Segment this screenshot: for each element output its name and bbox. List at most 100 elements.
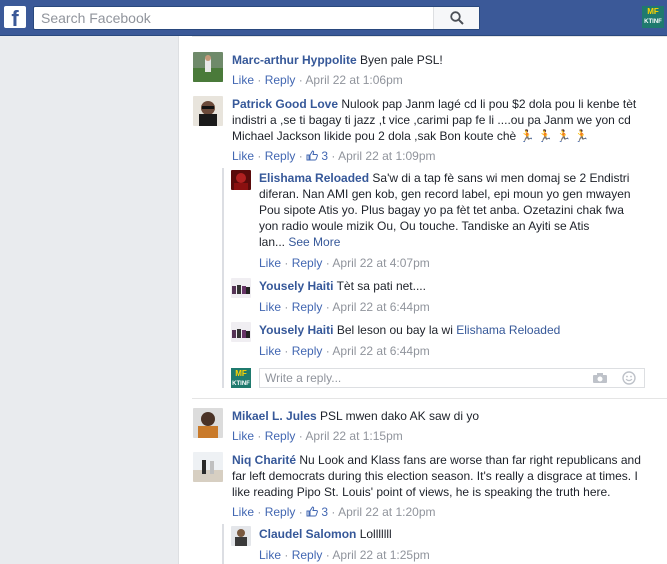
comment-author[interactable]: Claudel Salomon [259, 527, 356, 541]
avatar-image [193, 452, 223, 482]
timestamp[interactable]: April 22 at 1:20pm [338, 505, 435, 519]
separator: · [254, 505, 265, 519]
thread-line [222, 524, 224, 564]
like-count[interactable]: 3 [306, 505, 328, 519]
like-link[interactable]: Like [232, 429, 254, 443]
reply-link[interactable]: Reply [292, 256, 323, 270]
reply-link[interactable]: Reply [292, 548, 323, 562]
reply: Yousely Haiti Bel leson ou bay la wi Eli… [231, 322, 661, 358]
like-link[interactable]: Like [232, 149, 254, 163]
comment-text: Sa'w di a tap fè sans wi men domaj se 2 … [372, 171, 630, 185]
reply-box [259, 368, 645, 388]
reply-link[interactable]: Reply [292, 300, 323, 314]
separator: · [295, 505, 307, 519]
divider [192, 398, 667, 399]
separator: · [295, 429, 306, 443]
like-link[interactable]: Like [232, 73, 254, 87]
top-navigation-bar: f MF KTINF [0, 0, 667, 36]
comment-text: yon radio woule mizik Ou, Ou touche. Tan… [259, 219, 590, 233]
timestamp[interactable]: April 22 at 6:44pm [332, 344, 429, 358]
see-more-link[interactable]: See More [288, 235, 340, 249]
comment-author[interactable]: Yousely Haiti [259, 323, 333, 337]
separator: · [322, 548, 333, 562]
reply: Elishama Reloaded Sa'w di a tap fè sans … [231, 170, 661, 270]
page-profile-icon[interactable]: MF KTINF [642, 6, 664, 28]
avatar[interactable] [231, 526, 251, 546]
camera-icon[interactable] [592, 372, 608, 384]
like-link[interactable]: Like [232, 505, 254, 519]
like-link[interactable]: Like [259, 344, 281, 358]
like-link[interactable]: Like [259, 548, 281, 562]
separator: · [295, 149, 307, 163]
comment: Mikael L. Jules PSL mwen dako AK saw di … [193, 408, 663, 448]
comment-text: like reading Pipo St. Louis' point of vi… [232, 485, 611, 499]
timestamp[interactable]: April 22 at 6:44pm [332, 300, 429, 314]
avatar-image [231, 526, 251, 546]
separator: · [322, 344, 333, 358]
comment-text: far left democrats during this election … [232, 469, 638, 483]
avatar-image [193, 52, 223, 82]
timestamp[interactable]: April 22 at 1:06pm [305, 73, 402, 87]
comment-text: diferan. Nan AMI gen kob, gen record lab… [259, 187, 631, 201]
separator: · [281, 548, 292, 562]
emoji-icon[interactable] [622, 371, 636, 385]
timestamp[interactable]: April 22 at 1:09pm [338, 149, 435, 163]
separator: · [281, 300, 292, 314]
thumbs-up-icon [306, 150, 318, 161]
avatar[interactable] [231, 170, 251, 190]
comment-author[interactable]: Yousely Haiti [259, 279, 333, 293]
comment-author[interactable]: Marc-arthur Hyppolite [232, 53, 357, 67]
comment-text: Byen pale PSL! [360, 53, 443, 67]
page-logo-text: MF [235, 369, 247, 378]
search-bar [33, 6, 480, 30]
comment-author[interactable]: Niq Charité [232, 453, 296, 467]
separator: · [328, 505, 339, 519]
search-icon [449, 11, 464, 25]
emoji: 🏃 🏃 🏃 🏃 [519, 129, 590, 143]
avatar-image [193, 408, 223, 438]
avatar[interactable] [193, 52, 223, 82]
avatar[interactable] [193, 408, 223, 438]
separator: · [322, 256, 333, 270]
avatar[interactable] [231, 278, 251, 298]
thread-line [222, 168, 224, 388]
separator: · [328, 149, 339, 163]
timestamp[interactable]: April 22 at 4:07pm [332, 256, 429, 270]
comment-text: Lolllllll [359, 527, 392, 541]
timestamp[interactable]: April 22 at 1:15pm [305, 429, 402, 443]
reply-link[interactable]: Reply [265, 73, 296, 87]
reply-link[interactable]: Reply [265, 505, 296, 519]
comment: Niq Charité Nu Look and Klass fans are w… [193, 452, 663, 522]
search-input[interactable] [34, 7, 434, 29]
avatar-image [193, 96, 223, 126]
avatar[interactable] [193, 96, 223, 126]
comment-author[interactable]: Patrick Good Love [232, 97, 338, 111]
like-link[interactable]: Like [259, 300, 281, 314]
timestamp[interactable]: April 22 at 1:25pm [332, 548, 429, 562]
separator: · [281, 256, 292, 270]
comment-text: Nu Look and Klass fans are worse than fa… [299, 453, 641, 467]
avatar[interactable] [193, 452, 223, 482]
avatar[interactable] [231, 322, 251, 342]
facebook-logo-icon[interactable]: f [4, 6, 26, 28]
thumbs-up-icon [306, 506, 318, 517]
like-count[interactable]: 3 [306, 149, 328, 163]
reply-link[interactable]: Reply [265, 429, 296, 443]
separator: · [254, 73, 265, 87]
search-button[interactable] [433, 7, 479, 29]
reply: Claudel Salomon Lolllllll Like · Reply ·… [231, 526, 661, 562]
like-link[interactable]: Like [259, 256, 281, 270]
reply-avatar: MF KTINF [231, 368, 251, 388]
reply-link[interactable]: Reply [292, 344, 323, 358]
mention-link[interactable]: Elishama Reloaded [456, 323, 560, 337]
comment-author[interactable]: Mikael L. Jules [232, 409, 317, 423]
separator: · [295, 73, 306, 87]
comment-text: Bel leson ou bay la wi [336, 323, 453, 337]
comments-panel: Marc-arthur Hyppolite Byen pale PSL! Lik… [178, 36, 667, 564]
comment: Marc-arthur Hyppolite Byen pale PSL! Lik… [193, 52, 663, 92]
avatar-image [231, 278, 251, 298]
comment-author[interactable]: Elishama Reloaded [259, 171, 369, 185]
reply-link[interactable]: Reply [265, 149, 296, 163]
page-logo-subtext: KTINF [232, 381, 250, 387]
reply-input[interactable] [260, 369, 570, 387]
